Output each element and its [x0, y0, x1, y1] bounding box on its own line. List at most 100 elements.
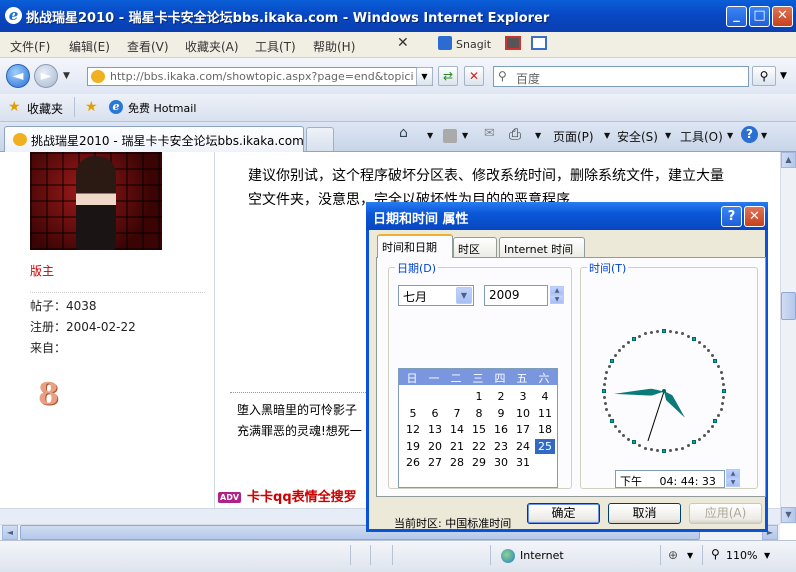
snagit-icon[interactable]: [438, 36, 452, 50]
year-input[interactable]: 2009: [484, 285, 548, 306]
search-options-icon[interactable]: ▼: [780, 71, 787, 81]
calendar-day[interactable]: 7: [447, 406, 467, 421]
snagit-capture-icon[interactable]: [505, 36, 521, 50]
apply-button[interactable]: 应用(A): [689, 503, 762, 524]
year-down-icon[interactable]: ▼: [550, 295, 564, 304]
year-spinner[interactable]: ▲ ▼: [550, 286, 564, 305]
menu-edit[interactable]: 编辑(E): [69, 38, 110, 55]
calendar-grid[interactable]: 日一二三四五六 1 2 3 4 5 6 7 8 9 10 11 12 13 14 15 16 17 18 19 20 2…: [398, 368, 558, 488]
calendar-day[interactable]: 23: [491, 439, 511, 454]
snagit-button[interactable]: Snagit: [456, 38, 491, 51]
address-input[interactable]: http://bbs.ikaka.com/showtopic.aspx?page…: [87, 67, 433, 86]
tab-date-time[interactable]: 时间和日期: [377, 234, 453, 258]
tab-internet-time[interactable]: Internet 时间: [499, 237, 585, 257]
history-dropdown-icon[interactable]: ▼: [63, 71, 70, 81]
calendar-day[interactable]: 19: [403, 439, 423, 454]
calendar-day[interactable]: 11: [535, 406, 555, 421]
new-tab-button[interactable]: [306, 127, 334, 151]
calendar-day[interactable]: 9: [491, 406, 511, 421]
calendar-day[interactable]: 10: [513, 406, 533, 421]
calendar-day[interactable]: 29: [469, 455, 489, 470]
menu-favorites[interactable]: 收藏夹(A): [185, 38, 239, 55]
close-toolbar-icon[interactable]: ✕: [397, 35, 409, 51]
hotmail-link[interactable]: 免费 Hotmail: [128, 100, 196, 116]
feeds-dropdown-icon[interactable]: ▼: [462, 131, 468, 140]
calendar-day[interactable]: 14: [447, 422, 467, 437]
menu-view[interactable]: 查看(V): [127, 38, 169, 55]
print-icon[interactable]: ⎙: [509, 125, 521, 143]
snagit-editor-icon[interactable]: [531, 36, 547, 50]
calendar-day[interactable]: 3: [513, 389, 533, 404]
adv-link[interactable]: 卡卡qq表情全搜罗: [247, 490, 357, 505]
calendar-day[interactable]: 12: [403, 422, 423, 437]
calendar-day[interactable]: 21: [447, 439, 467, 454]
vertical-scroll-thumb[interactable]: [781, 292, 796, 320]
zoom-dropdown-icon[interactable]: ▼: [764, 551, 770, 560]
time-spinner[interactable]: ▲ ▼: [726, 469, 740, 488]
refresh-button[interactable]: ⇄: [438, 66, 458, 86]
calendar-day[interactable]: 8: [469, 406, 489, 421]
time-down-icon[interactable]: ▼: [726, 478, 740, 487]
read-mail-icon[interactable]: ✉: [484, 126, 495, 141]
back-button[interactable]: ◄: [6, 64, 30, 88]
calendar-day[interactable]: 31: [513, 455, 533, 470]
address-dropdown-icon[interactable]: ▼: [416, 67, 433, 86]
close-window-button[interactable]: ✕: [772, 6, 793, 27]
menu-file[interactable]: 文件(F): [10, 38, 50, 55]
dialog-close-button[interactable]: ✕: [744, 206, 765, 227]
safety-dropdown-icon[interactable]: ▼: [665, 131, 671, 140]
tab-active[interactable]: 挑战瑞星2010 - 瑞星卡卡安全论坛bbs.ikaka.com: [4, 126, 304, 152]
feeds-icon[interactable]: [443, 129, 457, 143]
calendar-day[interactable]: 5: [403, 406, 423, 421]
calendar-day[interactable]: 4: [535, 389, 555, 404]
calendar-day[interactable]: 16: [491, 422, 511, 437]
cancel-button[interactable]: 取消: [608, 503, 681, 524]
time-up-icon[interactable]: ▲: [726, 469, 740, 478]
zoom-level[interactable]: 110%: [726, 549, 757, 562]
calendar-day[interactable]: 30: [491, 455, 511, 470]
menu-help[interactable]: 帮助(H): [313, 38, 355, 55]
calendar-day-selected[interactable]: 25: [535, 438, 555, 454]
protected-mode-icon[interactable]: ⊕: [668, 548, 678, 562]
home-dropdown-icon[interactable]: ▼: [427, 131, 433, 140]
calendar-day[interactable]: 26: [403, 455, 423, 470]
advertisement[interactable]: ADV 卡卡qq表情全搜罗: [218, 486, 357, 505]
calendar-day[interactable]: 17: [513, 422, 533, 437]
zoom-icon[interactable]: ⚲: [711, 547, 720, 561]
scroll-down-button[interactable]: ▼: [781, 507, 796, 523]
favorites-button[interactable]: 收藏夹: [27, 100, 63, 117]
calendar-day[interactable]: 24: [513, 439, 533, 454]
month-select[interactable]: 七月 ▼: [398, 285, 474, 306]
calendar-day[interactable]: 28: [447, 455, 467, 470]
help-icon[interactable]: ?: [741, 126, 758, 143]
time-value[interactable]: 04: 44: 33: [660, 475, 716, 488]
stop-button[interactable]: ✕: [464, 66, 484, 86]
ok-button[interactable]: 确定: [527, 503, 600, 524]
time-input[interactable]: 下午 04: 44: 33: [615, 470, 725, 488]
menu-tools[interactable]: 工具(T): [255, 38, 296, 55]
calendar-day[interactable]: 15: [469, 422, 489, 437]
month-dropdown-icon[interactable]: ▼: [456, 287, 472, 304]
dialog-help-button[interactable]: ?: [721, 206, 742, 227]
search-input[interactable]: ⚲ 百度: [493, 66, 749, 87]
tools-dropdown-icon[interactable]: ▼: [727, 131, 733, 140]
vertical-scrollbar[interactable]: ▲ ▼: [780, 152, 796, 524]
calendar-day[interactable]: 13: [425, 422, 445, 437]
safety-menu[interactable]: 安全(S): [617, 128, 658, 145]
calendar-day[interactable]: 20: [425, 439, 445, 454]
minimize-button[interactable]: _: [726, 6, 747, 27]
add-favorite-icon[interactable]: ★: [85, 99, 98, 115]
help-dropdown-icon[interactable]: ▼: [761, 131, 767, 140]
calendar-day[interactable]: 2: [491, 389, 511, 404]
tools-menu[interactable]: 工具(O): [680, 128, 723, 145]
search-button[interactable]: ⚲: [752, 66, 776, 86]
maximize-button[interactable]: □: [749, 6, 770, 27]
print-dropdown-icon[interactable]: ▼: [535, 131, 541, 140]
calendar-day[interactable]: 27: [425, 455, 445, 470]
calendar-day[interactable]: 1: [469, 389, 489, 404]
page-dropdown-icon[interactable]: ▼: [604, 131, 610, 140]
tab-timezone[interactable]: 时区: [453, 237, 497, 257]
scroll-up-button[interactable]: ▲: [781, 152, 796, 168]
home-icon[interactable]: ⌂: [399, 125, 408, 141]
page-menu[interactable]: 页面(P): [553, 128, 594, 145]
